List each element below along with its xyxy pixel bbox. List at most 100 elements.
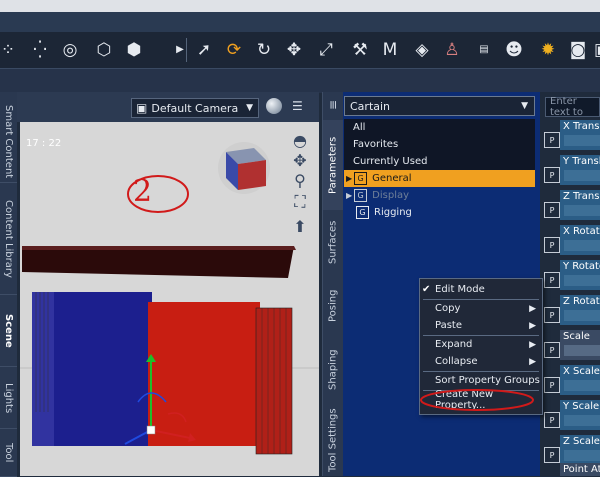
- group-icon: G: [356, 206, 369, 219]
- viewport-menu-icon[interactable]: ☰: [292, 100, 306, 112]
- main-toolbar: ⁘ ⁛ ◎ ⬡ ⬢ ▶ ➚ ⟳ ↻ ✥ ⤢ ⚒ M ◈ ♙ ▤ ☻ ✹ ◙ ▣: [0, 32, 600, 68]
- group-currently-used[interactable]: Currently Used: [344, 153, 535, 170]
- render-settings-icon[interactable]: ▣: [590, 38, 600, 62]
- property-value[interactable]: [564, 205, 600, 216]
- parameter-icon: P: [544, 132, 560, 148]
- property-value[interactable]: [564, 310, 600, 321]
- menu-item-expand[interactable]: Expand ▶: [420, 336, 542, 353]
- property-value[interactable]: [564, 240, 600, 251]
- zoom-icon[interactable]: ⚲: [290, 170, 310, 190]
- figure-icon[interactable]: ♙: [440, 38, 464, 62]
- play-icon[interactable]: ▶: [168, 38, 192, 62]
- text-icon[interactable]: ▤: [472, 38, 496, 62]
- property-filter-input[interactable]: Enter text to: [545, 96, 600, 118]
- property-row-y-rotate[interactable]: Y Rotate P: [540, 260, 600, 295]
- viewport[interactable]: 2: [20, 122, 319, 476]
- morph-icon[interactable]: M: [378, 38, 402, 62]
- pan-icon[interactable]: ✥: [290, 150, 310, 170]
- expand-arrow-icon: ▶: [346, 191, 353, 200]
- geometry-icon[interactable]: ⬡: [92, 38, 116, 62]
- camera-select[interactable]: ▣ Default Camera ▼: [131, 98, 259, 118]
- annotation-highlight-ellipse: [420, 389, 534, 411]
- group-icon: G: [354, 189, 368, 202]
- group-rigging[interactable]: G Rigging: [344, 204, 535, 221]
- parameter-icon: P: [544, 307, 560, 323]
- tab-surfaces[interactable]: Surfaces: [323, 212, 343, 272]
- chevron-down-icon: ▼: [246, 103, 253, 113]
- property-row-x-scale[interactable]: X Scale P: [540, 365, 600, 400]
- property-row-scale[interactable]: Scale P: [540, 330, 600, 365]
- group-all[interactable]: All: [344, 119, 535, 136]
- property-value[interactable]: [564, 275, 600, 286]
- parameter-tab-column: ≡ Parameters Surfaces Posing Shaping Too…: [322, 92, 343, 476]
- property-value[interactable]: [564, 450, 600, 461]
- node-select[interactable]: Cartain ▼: [344, 96, 535, 116]
- tab-posing[interactable]: Posing: [323, 276, 343, 336]
- node-select-label: Cartain: [350, 99, 391, 113]
- parameter-icon: P: [544, 412, 560, 428]
- parameter-icon: P: [544, 272, 560, 288]
- tab-lights[interactable]: Lights: [0, 368, 17, 429]
- group-favorites[interactable]: Favorites: [344, 136, 535, 153]
- aim-icon[interactable]: ⬆: [290, 216, 310, 236]
- property-row-y-scale[interactable]: Y Scale P: [540, 400, 600, 435]
- frame-counter: 17 : 22: [26, 138, 62, 149]
- annotation-number: 2: [133, 174, 153, 209]
- tab-tool-settings[interactable]: Tool Settings: [323, 404, 343, 476]
- parameter-icon: P: [544, 237, 560, 253]
- menu-bar: [0, 12, 600, 32]
- property-row-point-at[interactable]: Point At: [540, 463, 600, 476]
- camera-icon: ▣: [136, 101, 148, 115]
- property-row-x-rotate[interactable]: X Rotate P: [540, 225, 600, 260]
- pointer-icon[interactable]: ➚: [192, 38, 216, 62]
- tab-parameters[interactable]: Parameters: [323, 120, 343, 210]
- property-row-y-translate[interactable]: Y Translate P: [540, 155, 600, 190]
- parameter-icon: P: [544, 167, 560, 183]
- camera-select-label: Default Camera: [151, 101, 239, 115]
- tab-scene[interactable]: Scene: [0, 296, 17, 367]
- light-icon[interactable]: ✹: [536, 38, 560, 62]
- panel-menu-icon[interactable]: ≡: [323, 96, 343, 114]
- camera-rig-icon[interactable]: ⬢: [122, 38, 146, 62]
- node-icon[interactable]: ⁘: [0, 38, 20, 62]
- menu-item-collapse[interactable]: Collapse ▶: [420, 353, 542, 370]
- render-icon[interactable]: ◙: [566, 38, 590, 62]
- property-value[interactable]: [564, 415, 600, 426]
- draw-style-sphere-icon[interactable]: [266, 98, 282, 114]
- menu-item-copy[interactable]: Copy ▶: [420, 300, 542, 317]
- scale-icon[interactable]: ⤢: [314, 38, 338, 62]
- property-value[interactable]: [564, 380, 600, 391]
- translate-icon[interactable]: ✥: [282, 38, 306, 62]
- orbit-icon[interactable]: ◓: [290, 130, 310, 150]
- group-general[interactable]: ▶ G General: [344, 170, 535, 187]
- group-display[interactable]: ▶ G Display: [344, 187, 535, 204]
- joint-icon[interactable]: ⚒: [348, 38, 372, 62]
- parameter-icon: P: [544, 447, 560, 463]
- parameter-icon: P: [544, 202, 560, 218]
- viewport-nav-tools: ◓ ✥ ⚲ ⛶ ⬆: [286, 122, 314, 242]
- transform-dot-icon[interactable]: ⁛: [28, 38, 52, 62]
- menu-item-paste[interactable]: Paste ▶: [420, 317, 542, 334]
- tab-tool[interactable]: Tool: [0, 430, 17, 477]
- tab-content-library[interactable]: Content Library: [0, 184, 17, 295]
- expand-arrow-icon: ▶: [346, 174, 353, 183]
- property-value[interactable]: [564, 345, 600, 356]
- submenu-arrow-icon: ▶: [529, 320, 536, 331]
- frame-icon[interactable]: ⛶: [290, 192, 310, 212]
- property-value[interactable]: [564, 135, 600, 146]
- tab-smart-content[interactable]: Smart Content: [0, 102, 17, 183]
- menu-item-edit-mode[interactable]: ✔ Edit Mode: [420, 281, 542, 298]
- surface-icon[interactable]: ◈: [410, 38, 434, 62]
- property-row-z-rotate[interactable]: Z Rotate P: [540, 295, 600, 330]
- tab-shaping[interactable]: Shaping: [323, 340, 343, 400]
- rotate-active-icon[interactable]: ⟳: [222, 38, 246, 62]
- property-value[interactable]: [564, 170, 600, 181]
- universal-icon[interactable]: ◎: [58, 38, 82, 62]
- rotate-icon[interactable]: ↻: [252, 38, 276, 62]
- viewport-scene: [20, 142, 319, 455]
- left-tab-column: Smart Content Content Library Scene Ligh…: [0, 92, 17, 477]
- user-icon[interactable]: ☻: [502, 38, 526, 62]
- submenu-arrow-icon: ▶: [529, 356, 536, 367]
- property-row-z-translate[interactable]: Z Translate P: [540, 190, 600, 225]
- property-row-x-translate[interactable]: X Translate P: [540, 120, 600, 155]
